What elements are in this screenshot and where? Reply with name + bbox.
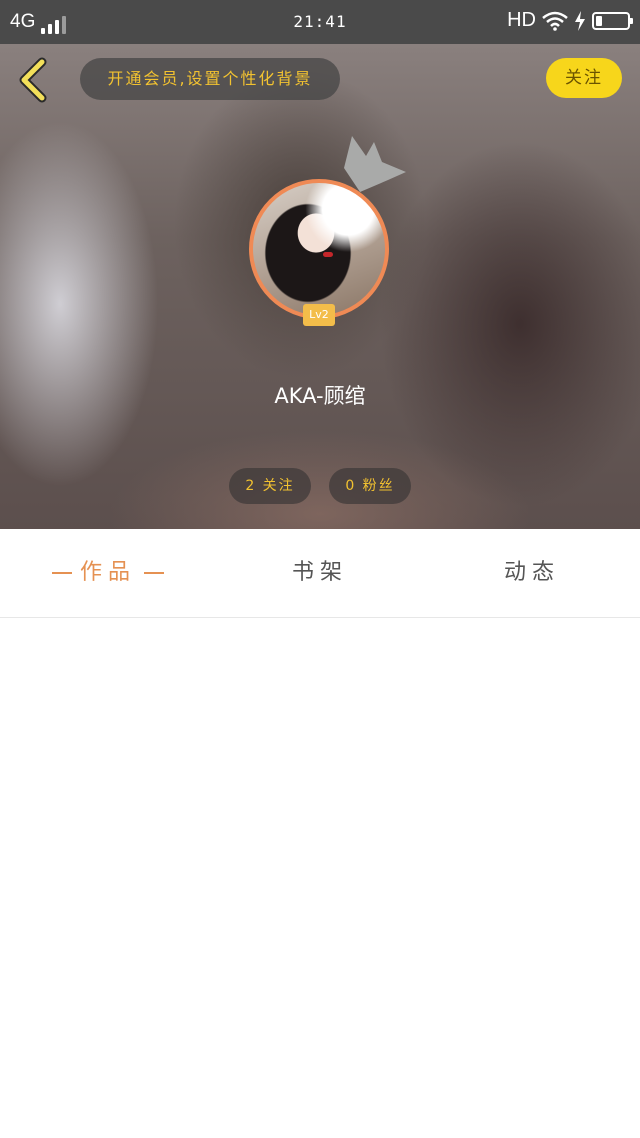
follow-button[interactable]: 关注 <box>546 58 622 98</box>
hd-indicator: HD <box>507 9 536 31</box>
following-count-button[interactable]: 2 关注 <box>229 468 311 504</box>
profile-tabs: 作品 书架 动态 <box>0 529 640 618</box>
fans-count-button[interactable]: 0 粉丝 <box>329 468 411 504</box>
active-tab-left-dash <box>51 572 72 574</box>
username: AKA-顾绾 <box>274 384 366 408</box>
tab-works[interactable]: 作品 <box>38 529 178 617</box>
profile-header: 开通会员,设置个性化背景 关注 Lv2 AKA-顾绾 2 关注 0 粉丝 <box>0 44 640 529</box>
tab-activity[interactable]: 动态 <box>462 529 602 617</box>
wifi-icon <box>542 11 568 31</box>
level-badge: Lv2 <box>303 304 335 326</box>
back-chevron-icon <box>19 57 47 103</box>
status-right: HD <box>507 9 633 32</box>
active-tab-right-dash <box>144 572 164 574</box>
back-button[interactable] <box>12 56 56 104</box>
tab-bookshelf[interactable]: 书架 <box>250 529 390 617</box>
status-bar: 4G 21:41 HD <box>0 0 640 44</box>
tab-activity-label: 动态 <box>503 560 560 585</box>
content-area <box>0 618 640 1138</box>
charging-icon <box>575 10 585 31</box>
tab-bookshelf-label: 书架 <box>291 560 348 585</box>
vip-background-banner[interactable]: 开通会员,设置个性化背景 <box>80 58 340 100</box>
tab-works-label: 作品 <box>79 560 136 585</box>
battery-icon <box>592 11 633 30</box>
avatar[interactable] <box>249 179 389 319</box>
